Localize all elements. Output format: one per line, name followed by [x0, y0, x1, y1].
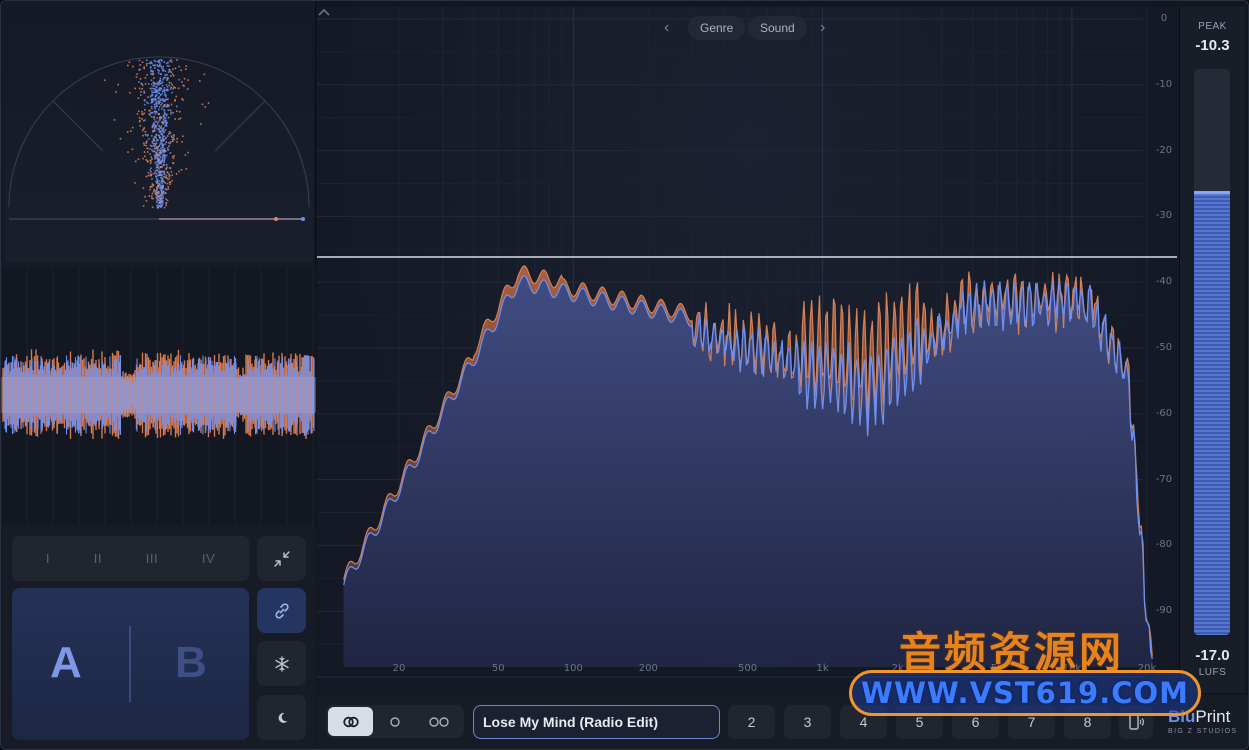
meter-track [1194, 69, 1230, 635]
db-tick-label: -60 [1155, 407, 1173, 419]
freq-tick-label: 1k [816, 663, 829, 674]
db-tick-label: -70 [1155, 473, 1173, 485]
lufs-value: -17.0 [1195, 647, 1230, 664]
brand-subtitle: BIG Z STUDIOS [1168, 728, 1238, 735]
scope-guide-left [52, 100, 104, 152]
ab-divider [129, 626, 131, 702]
next-arrow-icon[interactable]: › [820, 16, 825, 40]
vectorscope [5, 7, 313, 263]
snowflake-icon [274, 655, 289, 672]
stereo-rings-icon [342, 716, 359, 727]
db-tick-label: -30 [1155, 210, 1173, 222]
freq-tick-label: 50 [491, 663, 505, 674]
snapshot-slot-bar: I II III IV [12, 536, 249, 581]
reference-slot-2[interactable]: 2 [728, 705, 775, 739]
dark-mode-button[interactable] [257, 695, 306, 740]
prev-arrow-icon[interactable]: ‹ [664, 16, 669, 40]
ab-switch[interactable]: A B [12, 588, 249, 740]
sound-button[interactable]: Sound [748, 16, 807, 40]
db-tick-label: -90 [1155, 605, 1173, 617]
spectrum-plot [317, 7, 1177, 678]
slot-ii-button[interactable]: II [94, 551, 102, 566]
db-tick-label: -40 [1155, 276, 1173, 288]
channel-mode-group [326, 705, 464, 738]
meter-fill [1194, 193, 1230, 635]
freq-tick-label: 200 [638, 663, 658, 674]
waveform-view [1, 267, 316, 525]
freq-tick-label: 100 [563, 663, 583, 674]
b-button[interactable]: B [175, 638, 207, 688]
chevron-up-icon[interactable] [317, 7, 331, 17]
slot-iii-button[interactable]: III [146, 551, 158, 566]
a-button[interactable]: A [50, 638, 82, 688]
compress-button[interactable] [257, 536, 306, 581]
link-button[interactable] [257, 588, 306, 633]
freeze-button[interactable] [257, 641, 306, 686]
left-panel: I II III IV A B [1, 1, 316, 749]
loudness-meter: PEAK -10.3 -17.0 LUFS [1179, 7, 1245, 693]
freq-tick-label: 20 [392, 663, 406, 674]
peak-value: -10.3 [1195, 37, 1230, 54]
collapse-arrows-icon [273, 550, 290, 567]
balance-marker-mix [301, 217, 305, 221]
stereo-mode-button[interactable] [328, 707, 373, 736]
spectrum-analyzer[interactable]: ‹ Genre Sound › 0 -10 -20 -30 -40 -50 -60 -70 -8… [317, 7, 1179, 695]
scope-guide-right [214, 100, 266, 152]
db-tick-label: -80 [1155, 539, 1173, 551]
reference-slot-3[interactable]: 3 [784, 705, 831, 739]
mono-mode-button[interactable] [372, 707, 417, 736]
db-tick-label: -50 [1155, 342, 1173, 353]
double-ring-icon [428, 716, 449, 727]
vectorscope-plot [8, 56, 310, 221]
waveform-plot [1, 267, 316, 525]
side-mode-button[interactable] [416, 707, 461, 736]
genre-button[interactable]: Genre [688, 16, 746, 40]
meter-peak-marker [1194, 190, 1230, 194]
db-tick-label: 0 [1160, 13, 1168, 24]
freq-tick-label: 500 [738, 663, 758, 674]
peak-label: PEAK [1198, 21, 1227, 32]
brand-name-print: Print [1195, 707, 1231, 726]
balance-marker-reference [274, 217, 278, 221]
moon-icon [278, 712, 287, 723]
waveform-center-band [1, 377, 316, 413]
control-panel: I II III IV A B [1, 527, 316, 749]
slot-iv-button[interactable]: IV [202, 551, 215, 566]
slot-i-button[interactable]: I [46, 551, 50, 566]
link-icon [274, 602, 289, 619]
db-tick-label: -10 [1155, 78, 1173, 90]
scope-points [103, 59, 210, 209]
db-tick-label: -20 [1155, 144, 1173, 156]
ring-icon [389, 716, 400, 727]
bluprint-window: I II III IV A B ‹ Genre Sound › 0 -10 -2… [0, 0, 1249, 750]
watermark-url: WWW.VST619.COM [849, 670, 1201, 716]
reference-track-field[interactable]: Lose My Mind (Radio Edit) [473, 705, 720, 739]
